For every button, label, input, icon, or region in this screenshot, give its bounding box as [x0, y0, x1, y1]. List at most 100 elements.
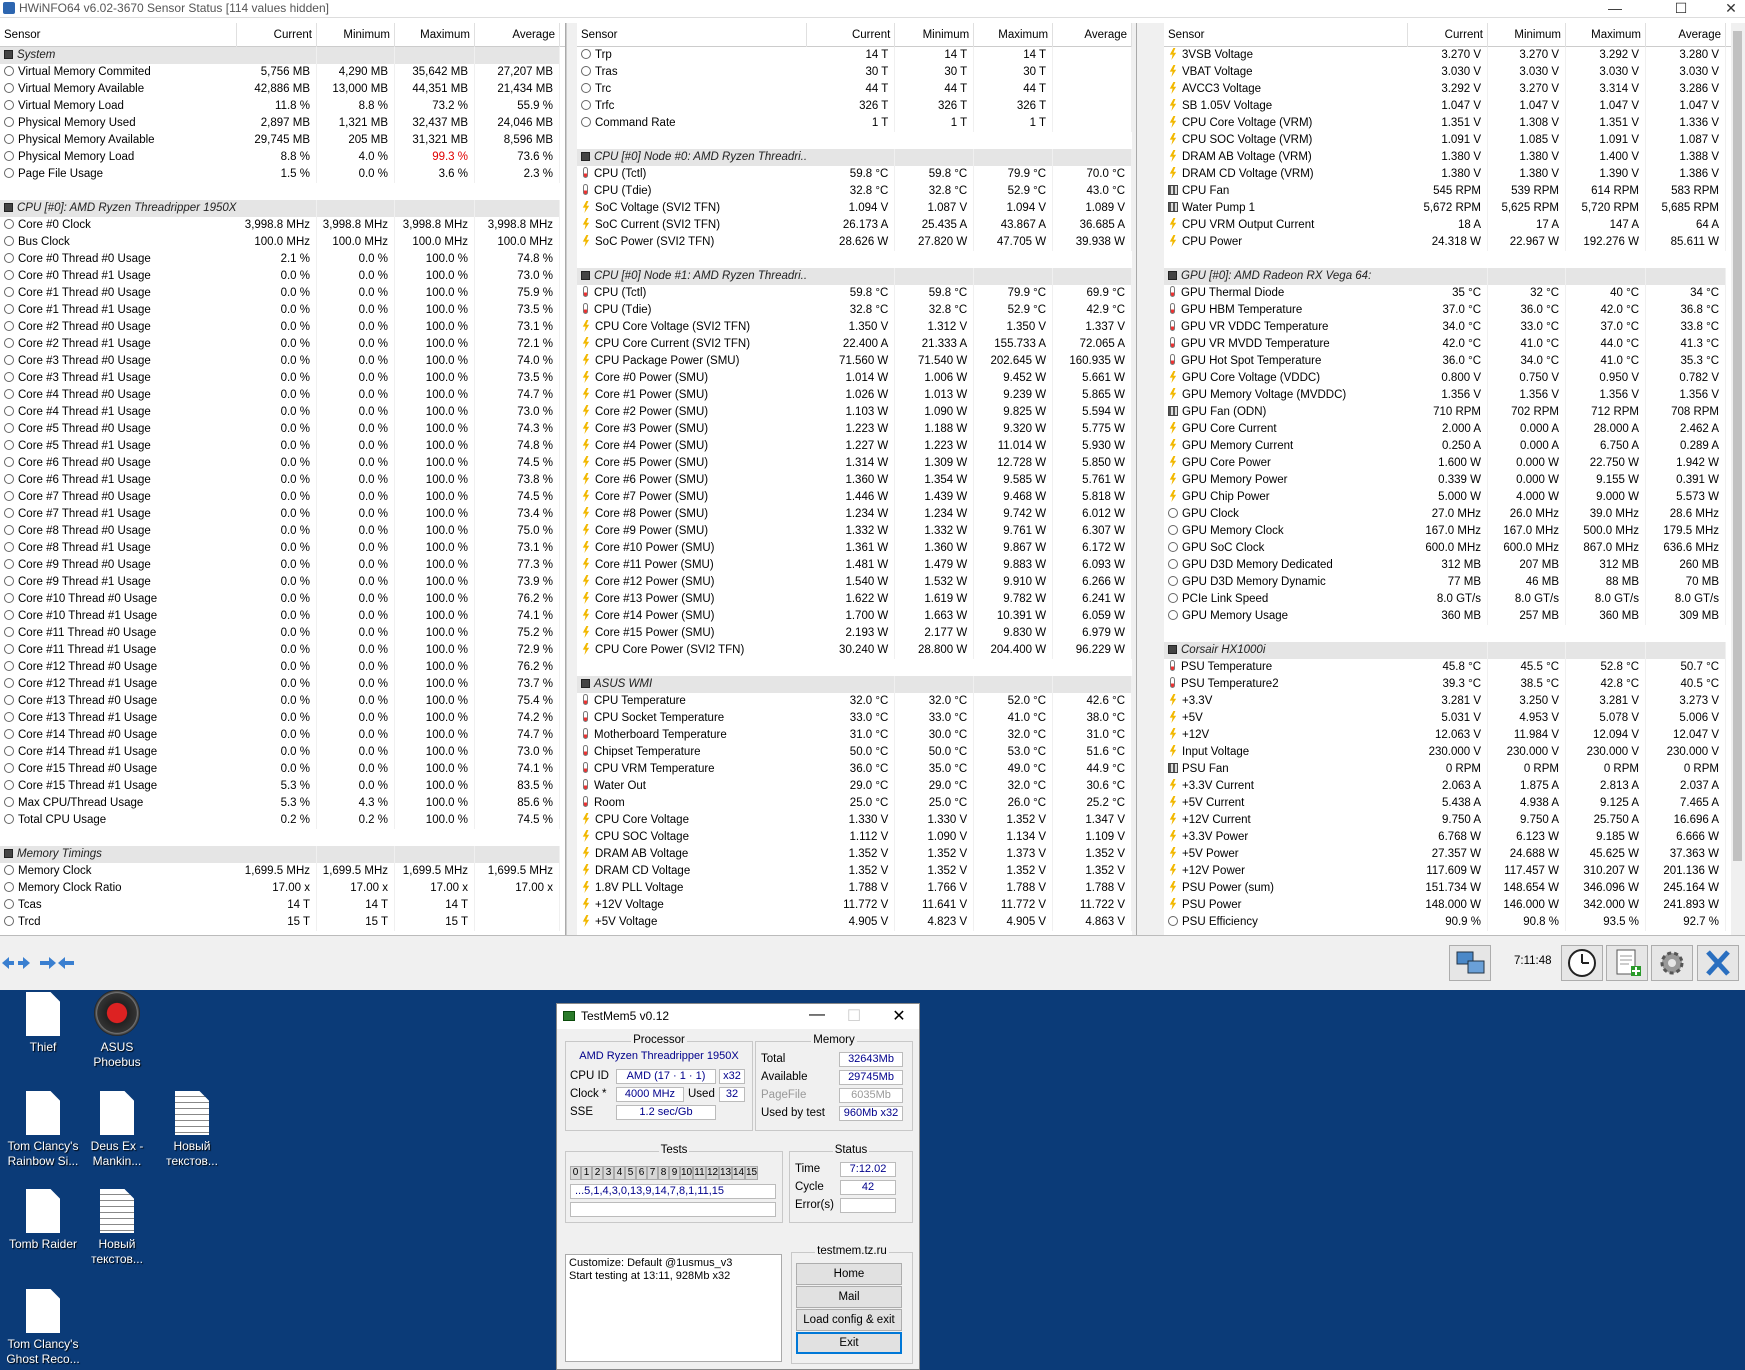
column-header-sensor[interactable]: Sensor — [0, 23, 237, 47]
sensor-row[interactable]: Trfc 326 T 326 T 326 T — [577, 98, 1132, 115]
sensor-row[interactable]: Core #4 Power (SMU) 1.227 W 1.223 W 11.014 … — [577, 438, 1132, 455]
sensor-row[interactable]: +12V Current 9.750 A 9.750 A 25.750 A 16.696… — [1164, 812, 1731, 829]
log-output[interactable]: Customize: Default @1usmus_v3 Start test… — [565, 1254, 782, 1362]
sensor-row[interactable]: DRAM CD Voltage 1.352 V 1.352 V 1.352 V 1.35… — [577, 863, 1132, 880]
sensor-row[interactable]: Core #5 Thread #0 Usage 0.0 % 0.0 % 100.0 %… — [0, 421, 565, 438]
sensor-row[interactable]: CPU (Tdie) 32.8 °C 32.8 °C 52.9 °C 42.9 °C — [577, 302, 1132, 319]
sensor-row[interactable]: +5V Power 27.357 W 24.688 W 45.625 W 37.363 … — [1164, 846, 1731, 863]
close-button[interactable]: ✕ — [1716, 0, 1745, 17]
sensor-row[interactable]: SoC Current (SVI2 TFN) 26.173 A 25.435 A 43… — [577, 217, 1132, 234]
sensor-row[interactable]: 3VSB Voltage 3.270 V 3.270 V 3.292 V 3.280 V — [1164, 47, 1731, 64]
sensor-row[interactable]: Core #4 Thread #0 Usage 0.0 % 0.0 % 100.0 %… — [0, 387, 565, 404]
sensor-row[interactable]: Max CPU/Thread Usage 5.3 % 4.3 % 100.0 % 85.… — [0, 795, 565, 812]
sensor-group-header[interactable]: System — [0, 47, 565, 64]
sensor-row[interactable]: Core #9 Thread #0 Usage 0.0 % 0.0 % 100.0 %… — [0, 557, 565, 574]
sensor-row[interactable]: PSU Power 148.000 W 146.000 W 342.000 W 241.… — [1164, 897, 1731, 914]
sensor-row[interactable]: Core #13 Power (SMU) 1.622 W 1.619 W 9.782 … — [577, 591, 1132, 608]
sensor-row[interactable]: Virtual Memory Commited 5,756 MB 4,290 MB 3… — [0, 64, 565, 81]
sensor-row[interactable]: DRAM AB Voltage 1.352 V 1.352 V 1.373 V 1.35… — [577, 846, 1132, 863]
sensor-row[interactable]: CPU Fan 545 RPM 539 RPM 614 RPM 583 RPM — [1164, 183, 1731, 200]
sensor-row[interactable]: Core #15 Thread #0 Usage 0.0 % 0.0 % 100.0 … — [0, 761, 565, 778]
sensor-row[interactable]: +5V Current 5.438 A 4.938 A 9.125 A 7.465 A — [1164, 795, 1731, 812]
clock-button[interactable] — [1561, 945, 1603, 981]
column-header-sensor[interactable]: Sensor — [1164, 23, 1408, 47]
sensor-row[interactable]: Core #7 Thread #1 Usage 0.0 % 0.0 % 100.0 %… — [0, 506, 565, 523]
column-header-minimum[interactable]: Minimum — [895, 23, 975, 47]
desktop-icon-tomb-raider[interactable]: Tomb Raider — [3, 1189, 83, 1252]
sensor-group-header[interactable]: Memory Timings — [0, 846, 565, 863]
sensor-row[interactable]: +3.3V 3.281 V 3.250 V 3.281 V 3.273 V — [1164, 693, 1731, 710]
sensor-row[interactable]: GPU Core Voltage (VDDC) 0.800 V 0.750 V 0.9… — [1164, 370, 1731, 387]
sensor-row[interactable]: GPU D3D Memory Dedicated 312 MB 207 MB 312 … — [1164, 557, 1731, 574]
sensor-row[interactable]: Core #12 Thread #1 Usage 0.0 % 0.0 % 100.0 … — [0, 676, 565, 693]
sensor-row[interactable]: CPU Core Voltage (SVI2 TFN) 1.350 V 1.312 … — [577, 319, 1132, 336]
sensor-row[interactable]: Memory Clock Ratio 17.00 x 17.00 x 17.00 x1… — [0, 880, 565, 897]
sensor-row[interactable]: Trcd 15 T 15 T 15 T — [0, 914, 565, 931]
column-header-maximum[interactable]: Maximum — [1566, 23, 1646, 47]
sensor-row[interactable]: Core #10 Thread #0 Usage 0.0 % 0.0 % 100.0 … — [0, 591, 565, 608]
sensor-row[interactable]: DRAM CD Voltage (VRM) 1.380 V 1.380 V 1.390… — [1164, 166, 1731, 183]
sensor-row[interactable]: CPU Package Power (SMU) 71.560 W 71.540 W2… — [577, 353, 1132, 370]
sensor-row[interactable]: Core #7 Thread #0 Usage 0.0 % 0.0 % 100.0 %… — [0, 489, 565, 506]
sensor-row[interactable]: PSU Temperature2 39.3 °C 38.5 °C 42.8 °C 40.… — [1164, 676, 1731, 693]
sensor-group-header[interactable]: Corsair HX1000i — [1164, 642, 1731, 659]
sensor-row[interactable]: Core #1 Thread #1 Usage 0.0 % 0.0 % 100.0 %… — [0, 302, 565, 319]
sensor-row[interactable]: CPU Core Power (SVI2 TFN) 30.240 W 28.800 … — [577, 642, 1132, 659]
column-header-current[interactable]: Current — [807, 23, 896, 47]
sensor-row[interactable]: Core #6 Thread #1 Usage 0.0 % 0.0 % 100.0 %… — [0, 472, 565, 489]
desktop-icon-text-file-2[interactable]: Новый текстов... — [77, 1189, 157, 1267]
sensor-row[interactable]: GPU Core Power 1.600 W 0.000 W 22.750 W 1.94… — [1164, 455, 1731, 472]
sensor-row[interactable]: Water Pump 1 5,672 RPM 5,625 RPM 5,720 RPM 5… — [1164, 200, 1731, 217]
column-header-maximum[interactable]: Maximum — [395, 23, 475, 47]
scrollbar-panel-2[interactable] — [1132, 23, 1164, 935]
sensor-row[interactable]: Core #11 Thread #1 Usage 0.0 % 0.0 % 100.0 … — [0, 642, 565, 659]
sensor-row[interactable]: Core #3 Thread #0 Usage 0.0 % 0.0 % 100.0 %… — [0, 353, 565, 370]
sensor-row[interactable]: PSU Temperature 45.8 °C 45.5 °C 52.8 °C 50.7… — [1164, 659, 1731, 676]
sensor-row[interactable]: GPU HBM Temperature 37.0 °C 36.0 °C 42.0 °C… — [1164, 302, 1731, 319]
sensor-row[interactable]: GPU Chip Power 5.000 W 4.000 W 9.000 W 5.573… — [1164, 489, 1731, 506]
sensor-row[interactable]: GPU VR MVDD Temperature 42.0 °C 41.0 °C 44.… — [1164, 336, 1731, 353]
sensor-row[interactable]: Core #13 Thread #1 Usage 0.0 % 0.0 % 100.0 … — [0, 710, 565, 727]
maximize-button[interactable]: ☐ — [1666, 0, 1696, 17]
sensor-row[interactable]: Physical Memory Available 29,745 MB 205 MB… — [0, 132, 565, 149]
sensor-row[interactable]: CPU (Tctl) 59.8 °C 59.8 °C 79.9 °C 70.0 °C — [577, 166, 1132, 183]
testmem-minimize-button[interactable]: — — [802, 1006, 832, 1024]
sensor-row[interactable]: Core #12 Thread #0 Usage 0.0 % 0.0 % 100.0 … — [0, 659, 565, 676]
column-header-minimum[interactable]: Minimum — [317, 23, 395, 47]
desktop-icon-text-file-1[interactable]: Новый текстов... — [152, 1091, 232, 1169]
sensor-row[interactable]: Core #9 Thread #1 Usage 0.0 % 0.0 % 100.0 %… — [0, 574, 565, 591]
sensor-group-header[interactable]: CPU [#0]: AMD Ryzen Threadripper 1950X — [0, 200, 565, 217]
sensor-row[interactable]: Core #13 Thread #0 Usage 0.0 % 0.0 % 100.0 … — [0, 693, 565, 710]
sensor-row[interactable]: Core #15 Power (SMU) 2.193 W 2.177 W 9.830 … — [577, 625, 1132, 642]
collapse-arrows-button[interactable] — [36, 948, 78, 978]
desktop-icon-deus-ex[interactable]: Deus Ex - Mankin... — [77, 1091, 157, 1169]
sensor-row[interactable]: PSU Efficiency 90.9 % 90.8 % 93.5 % 92.7 % — [1164, 914, 1731, 931]
sensor-row[interactable]: SoC Voltage (SVI2 TFN) 1.094 V 1.087 V 1.09… — [577, 200, 1132, 217]
sensor-row[interactable]: Motherboard Temperature 31.0 °C 30.0 °C 32.… — [577, 727, 1132, 744]
sensor-row[interactable]: CPU Core Voltage 1.330 V 1.330 V 1.352 V 1.3… — [577, 812, 1132, 829]
sensor-row[interactable]: Core #11 Power (SMU) 1.481 W 1.479 W 9.883 … — [577, 557, 1132, 574]
testmem-close-button[interactable]: ✕ — [884, 1006, 914, 1026]
column-header-average[interactable]: Average — [1053, 23, 1132, 47]
sensor-row[interactable]: Core #14 Thread #0 Usage 0.0 % 0.0 % 100.0 … — [0, 727, 565, 744]
sensor-row[interactable]: Virtual Memory Load 11.8 % 8.8 % 73.2 % 55.9… — [0, 98, 565, 115]
sensor-row[interactable]: DRAM AB Voltage (VRM) 1.380 V 1.380 V 1.400… — [1164, 149, 1731, 166]
sensor-row[interactable]: CPU VRM Temperature 36.0 °C 35.0 °C 49.0 °C… — [577, 761, 1132, 778]
sensor-row[interactable]: CPU SOC Voltage 1.112 V 1.090 V 1.134 V 1.10… — [577, 829, 1132, 846]
sensor-row[interactable]: +12V 12.063 V 11.984 V 12.094 V 12.047 V — [1164, 727, 1731, 744]
desktop-icon-rainbow-six[interactable]: Tom Clancy's Rainbow Si... — [3, 1091, 83, 1169]
sensor-row[interactable]: Trp 14 T 14 T 14 T — [577, 47, 1132, 64]
column-header-average[interactable]: Average — [475, 23, 560, 47]
sensor-row[interactable]: GPU D3D Memory Dynamic 77 MB 46 MB 88 MB 70 … — [1164, 574, 1731, 591]
sensor-row[interactable]: Core #0 Thread #0 Usage 2.1 % 0.0 % 100.0 %… — [0, 251, 565, 268]
sensor-row[interactable]: CPU VRM Output Current 18 A 17 A 147 A 64 A — [1164, 217, 1731, 234]
sensor-row[interactable]: Input Voltage 230.000 V 230.000 V 230.000 V… — [1164, 744, 1731, 761]
sensor-row[interactable]: PSU Fan 0 RPM 0 RPM 0 RPM 0 RPM — [1164, 761, 1731, 778]
sensor-row[interactable]: +3.3V Current 2.063 A 1.875 A 2.813 A 2.037 … — [1164, 778, 1731, 795]
sensor-row[interactable]: Core #6 Power (SMU) 1.360 W 1.354 W 9.585 W… — [577, 472, 1132, 489]
sensor-row[interactable]: Core #7 Power (SMU) 1.446 W 1.439 W 9.468 W… — [577, 489, 1132, 506]
sensor-row[interactable]: +12V Voltage 11.772 V 11.641 V 11.772 V 11.7… — [577, 897, 1132, 914]
sensor-row[interactable]: GPU Memory Usage 360 MB 257 MB 360 MB 309 MB — [1164, 608, 1731, 625]
sensor-row[interactable]: AVCC3 Voltage 3.292 V 3.270 V 3.314 V 3.286 … — [1164, 81, 1731, 98]
sensor-row[interactable]: Memory Clock 1,699.5 MHz 1,699.5 MHz 1,699.… — [0, 863, 565, 880]
